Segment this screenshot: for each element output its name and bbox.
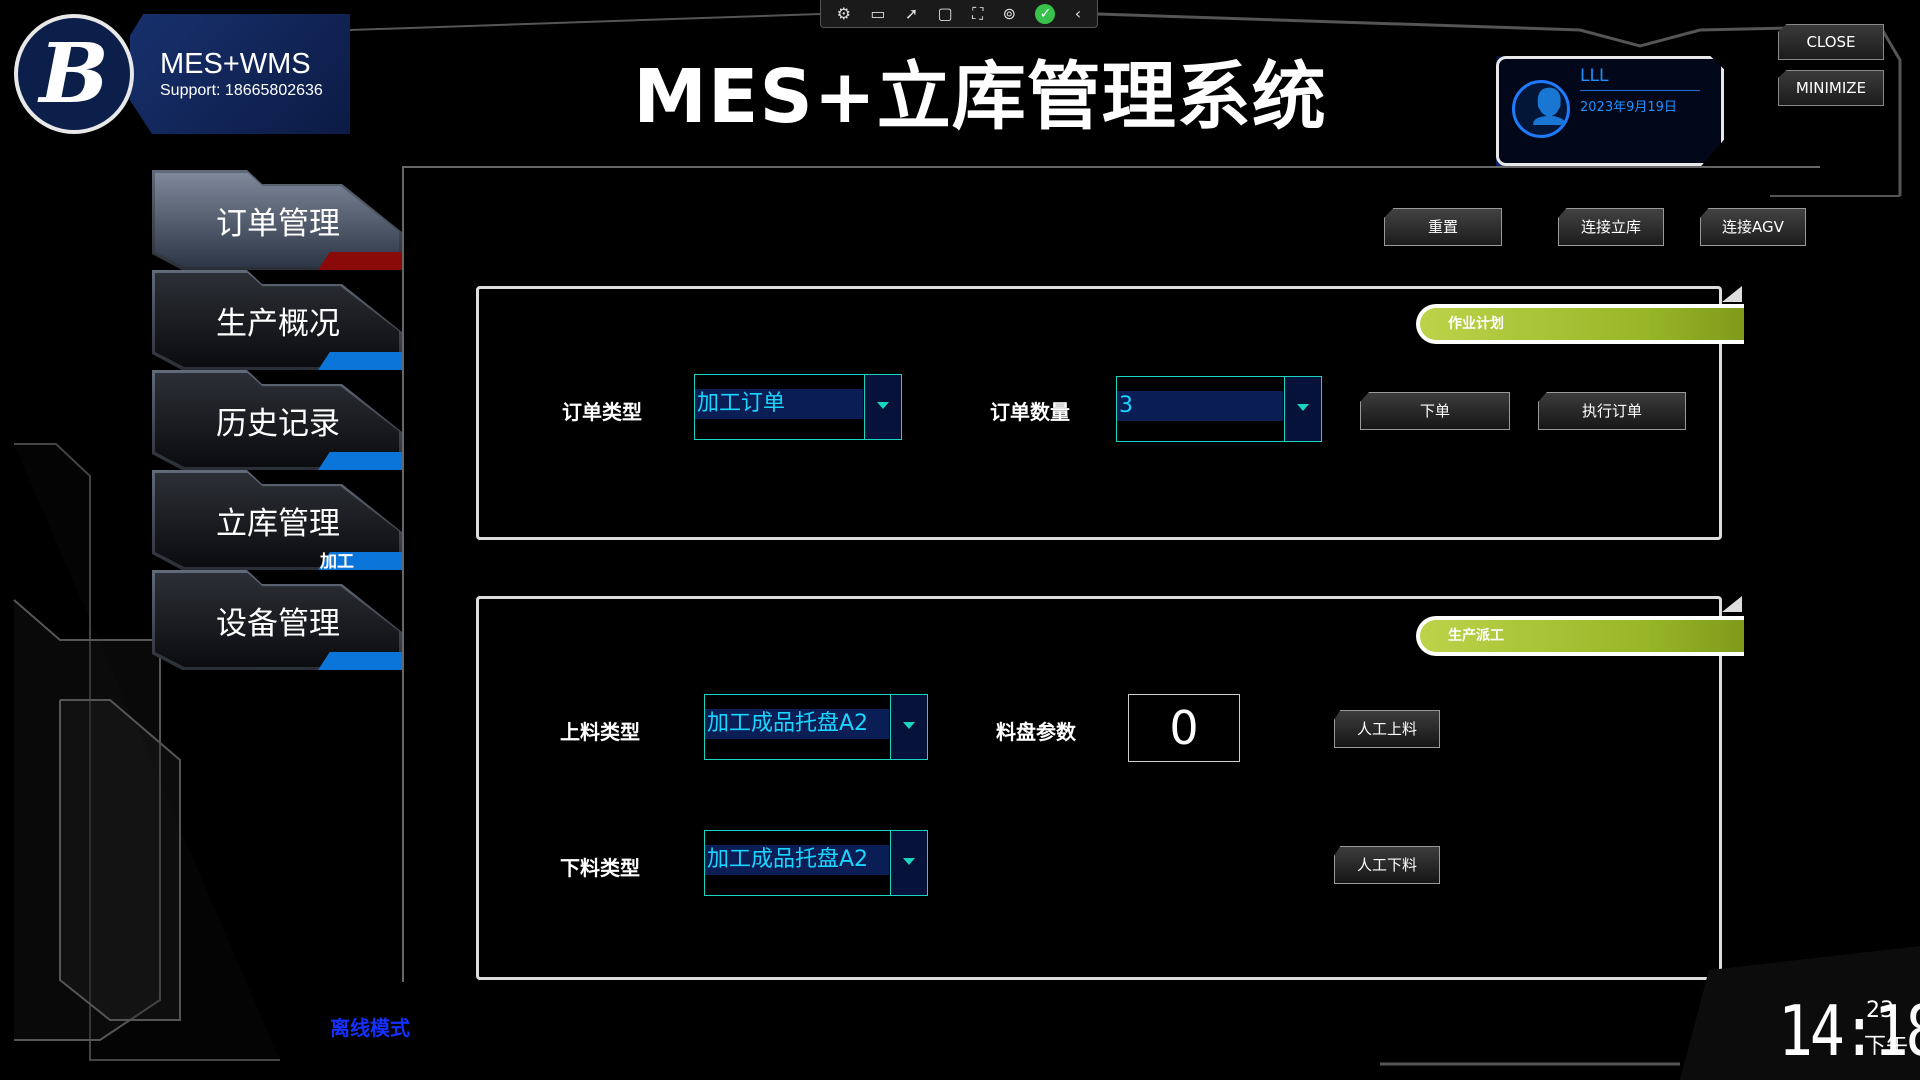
order-quantity-label: 订单数量 <box>990 400 1070 424</box>
chevron-down-icon[interactable] <box>864 375 901 439</box>
manual-load-button[interactable]: 人工上料 <box>1334 710 1440 748</box>
order-type-label: 订单类型 <box>562 400 642 424</box>
work-plan-tag: 作业计划 <box>1416 304 1744 344</box>
clock-ampm: 下午 <box>1864 1034 1909 1059</box>
page-title: MES+立库管理系统 <box>633 54 1327 140</box>
minimize-button[interactable]: MINIMIZE <box>1778 70 1884 106</box>
user-name: LLL <box>1580 66 1609 86</box>
load-type-label: 上料类型 <box>560 720 640 744</box>
reel-param-label: 料盘参数 <box>996 720 1076 744</box>
nav-item-label: 立库管理 <box>216 506 340 542</box>
nav-item-order-management[interactable]: 订单管理 <box>152 170 402 270</box>
nav-item-warehouse-management[interactable]: 立库管理 加工 <box>152 470 402 572</box>
chevron-down-icon[interactable] <box>890 695 927 759</box>
order-quantity-value: 3 <box>1117 391 1283 421</box>
close-button[interactable]: CLOSE <box>1778 24 1884 60</box>
panel-corner <box>1722 286 1742 302</box>
load-type-value: 加工成品托盘A2 <box>705 709 889 739</box>
unload-type-label: 下料类型 <box>560 856 640 880</box>
nav-item-sublabel: 加工 <box>320 552 354 572</box>
nav-item-label: 订单管理 <box>216 206 340 242</box>
chevron-down-icon[interactable] <box>890 831 927 895</box>
user-icon: 👤 <box>1528 87 1571 127</box>
place-order-button[interactable]: 下单 <box>1360 392 1510 430</box>
connect-warehouse-button[interactable]: 连接立库 <box>1558 208 1664 246</box>
nav-item-label: 设备管理 <box>216 606 340 642</box>
nav-item-label: 生产概况 <box>216 306 340 342</box>
offline-mode-status: 离线模式 <box>330 1016 410 1040</box>
manual-unload-button[interactable]: 人工下料 <box>1334 846 1440 884</box>
user-date: 2023年9月19日 <box>1580 100 1677 115</box>
connect-agv-button[interactable]: 连接AGV <box>1700 208 1806 246</box>
nav-item-history[interactable]: 历史记录 <box>152 370 402 470</box>
content-divider-top <box>402 166 1820 168</box>
user-divider <box>1580 90 1700 91</box>
clock-seconds: 23 <box>1866 998 1894 1023</box>
order-quantity-select[interactable]: 3 <box>1116 376 1322 442</box>
nav-item-production-overview[interactable]: 生产概况 <box>152 270 402 370</box>
load-type-select[interactable]: 加工成品托盘A2 <box>704 694 928 760</box>
content-divider-left <box>402 166 404 982</box>
execute-order-button[interactable]: 执行订单 <box>1538 392 1686 430</box>
unload-type-select[interactable]: 加工成品托盘A2 <box>704 830 928 896</box>
order-type-select[interactable]: 加工订单 <box>694 374 902 440</box>
nav-item-label: 历史记录 <box>216 406 340 442</box>
logo-title: MES+WMS <box>160 48 311 80</box>
production-dispatch-tag: 生产派工 <box>1416 616 1744 656</box>
reset-button[interactable]: 重置 <box>1384 208 1502 246</box>
panel-corner <box>1722 596 1742 612</box>
nav-item-equipment-management[interactable]: 设备管理 <box>152 570 402 670</box>
support-phone: Support: 18665802636 <box>160 82 323 99</box>
chevron-down-icon[interactable] <box>1284 377 1321 441</box>
brand-logo: B <box>14 14 134 134</box>
reel-param-field[interactable]: 0 <box>1128 694 1240 762</box>
order-type-value: 加工订单 <box>695 389 863 419</box>
unload-type-value: 加工成品托盘A2 <box>705 845 889 875</box>
